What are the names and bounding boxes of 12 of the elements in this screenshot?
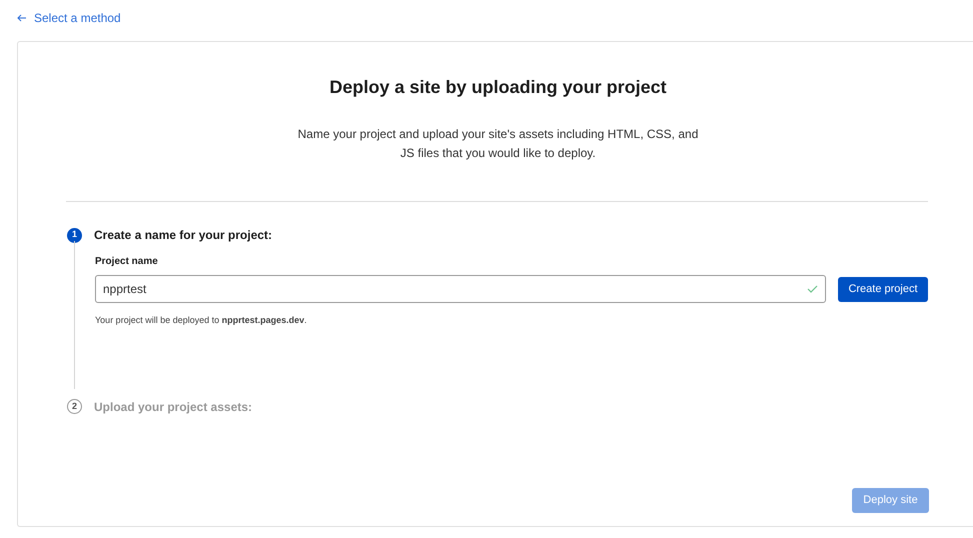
project-name-field[interactable]: npprtest xyxy=(95,275,826,303)
back-link[interactable]: Select a method xyxy=(17,9,121,27)
deploy-url-hint: Your project will be deployed to npprtest.pages.dev. xyxy=(95,314,308,327)
page-title: Deploy a site by uploading your project xyxy=(329,76,667,99)
create-project-button[interactable]: Create project xyxy=(838,276,928,302)
field-label: Project name xyxy=(95,255,159,269)
step-heading: Create a name for your project: xyxy=(94,227,272,244)
description: Name your project and upload your site's assets including HTML, CSS, and JS files that you would like to deploy. xyxy=(296,126,700,162)
step-number: 2 xyxy=(67,399,82,414)
step-number: 1 xyxy=(67,228,82,242)
step-heading: Upload your project assets: xyxy=(94,398,252,416)
arrow-left-icon xyxy=(17,14,27,22)
